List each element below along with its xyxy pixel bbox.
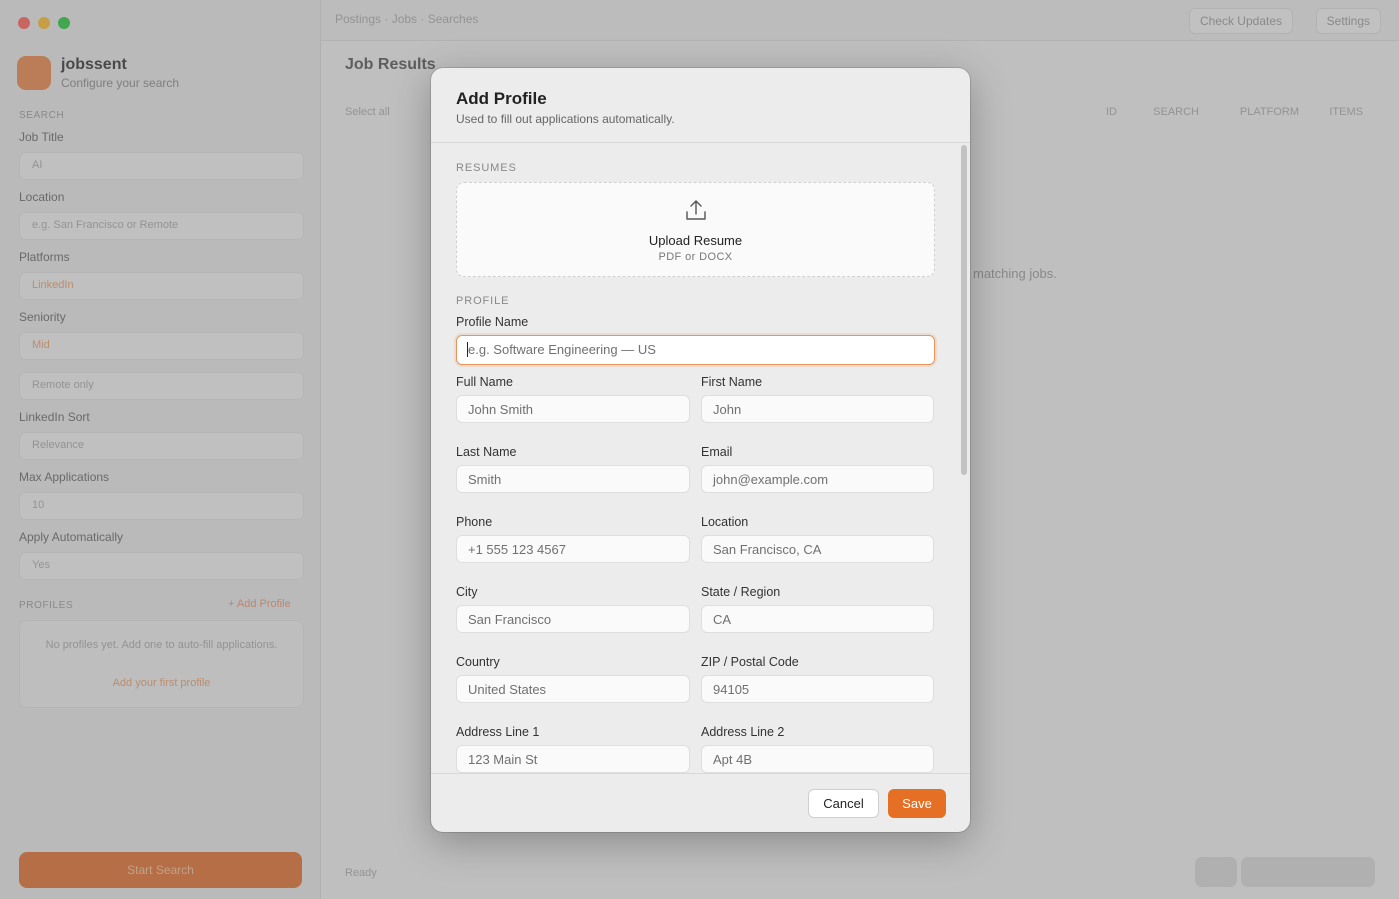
phone-label: Phone	[456, 515, 493, 529]
upload-resume-dropzone[interactable]: Upload Resume PDF or DOCX	[456, 182, 935, 277]
profile-section-label: PROFILE	[456, 295, 510, 307]
location-field-input[interactable]: San Francisco, CA	[701, 535, 934, 563]
first-name-placeholder: John	[713, 402, 742, 417]
state-region-input[interactable]: CA	[701, 605, 934, 633]
email-label: Email	[701, 445, 733, 459]
city-input[interactable]: San Francisco	[456, 605, 690, 633]
profile-name-input[interactable]: e.g. Software Engineering — US	[456, 335, 935, 365]
country-placeholder: United States	[468, 682, 547, 697]
last-name-placeholder: Smith	[468, 472, 502, 487]
resumes-section-label: RESUMES	[456, 162, 517, 174]
cancel-button[interactable]: Cancel	[808, 789, 879, 818]
address-line-2-input[interactable]: Apt 4B	[701, 745, 934, 773]
save-button[interactable]: Save	[888, 789, 946, 818]
zip-code-placeholder: 94105	[713, 682, 750, 697]
city-label: City	[456, 585, 478, 599]
dialog-footer: Cancel Save	[431, 773, 970, 832]
address-line-2-label: Address Line 2	[701, 725, 785, 739]
city-placeholder: San Francisco	[468, 612, 552, 627]
state-region-label: State / Region	[701, 585, 781, 599]
country-input[interactable]: United States	[456, 675, 690, 703]
dialog-title: Add Profile	[456, 89, 547, 108]
zip-code-label: ZIP / Postal Code	[701, 655, 799, 669]
first-name-input[interactable]: John	[701, 395, 934, 423]
location-field-placeholder: San Francisco, CA	[713, 542, 822, 557]
address-line-1-label: Address Line 1	[456, 725, 540, 739]
app-window: jobssent Configure your search SEARCH Jo…	[0, 0, 1399, 899]
country-label: Country	[456, 655, 500, 669]
add-profile-dialog: Add Profile Used to fill out application…	[431, 68, 970, 832]
upload-icon	[686, 200, 706, 220]
full-name-label: Full Name	[456, 375, 513, 389]
full-name-input[interactable]: John Smith	[456, 395, 690, 423]
address-line-1-input[interactable]: 123 Main St	[456, 745, 690, 773]
phone-placeholder: +1 555 123 4567	[468, 542, 566, 557]
address-line-1-placeholder: 123 Main St	[468, 752, 538, 767]
dialog-header: Add Profile Used to fill out application…	[431, 68, 970, 143]
dialog-body[interactable]: RESUMES Upload Resume PDF or DOCX PROFIL…	[431, 143, 970, 773]
first-name-label: First Name	[701, 375, 763, 389]
last-name-label: Last Name	[456, 445, 517, 459]
upload-resume-title: Upload Resume	[648, 233, 743, 248]
profile-name-label: Profile Name	[456, 315, 529, 329]
dialog-scrollbar[interactable]	[961, 145, 967, 475]
last-name-input[interactable]: Smith	[456, 465, 690, 493]
upload-resume-formats: PDF or DOCX	[658, 251, 733, 263]
state-region-placeholder: CA	[713, 612, 732, 627]
profile-name-placeholder: e.g. Software Engineering — US	[468, 342, 656, 357]
full-name-placeholder: John Smith	[468, 402, 534, 417]
email-input[interactable]: john@example.com	[701, 465, 934, 493]
dialog-subtitle: Used to fill out applications automatica…	[456, 112, 675, 126]
zip-code-input[interactable]: 94105	[701, 675, 934, 703]
email-placeholder: john@example.com	[713, 472, 829, 487]
address-line-2-placeholder: Apt 4B	[713, 752, 753, 767]
location-field-label: Location	[701, 515, 749, 529]
phone-input[interactable]: +1 555 123 4567	[456, 535, 690, 563]
